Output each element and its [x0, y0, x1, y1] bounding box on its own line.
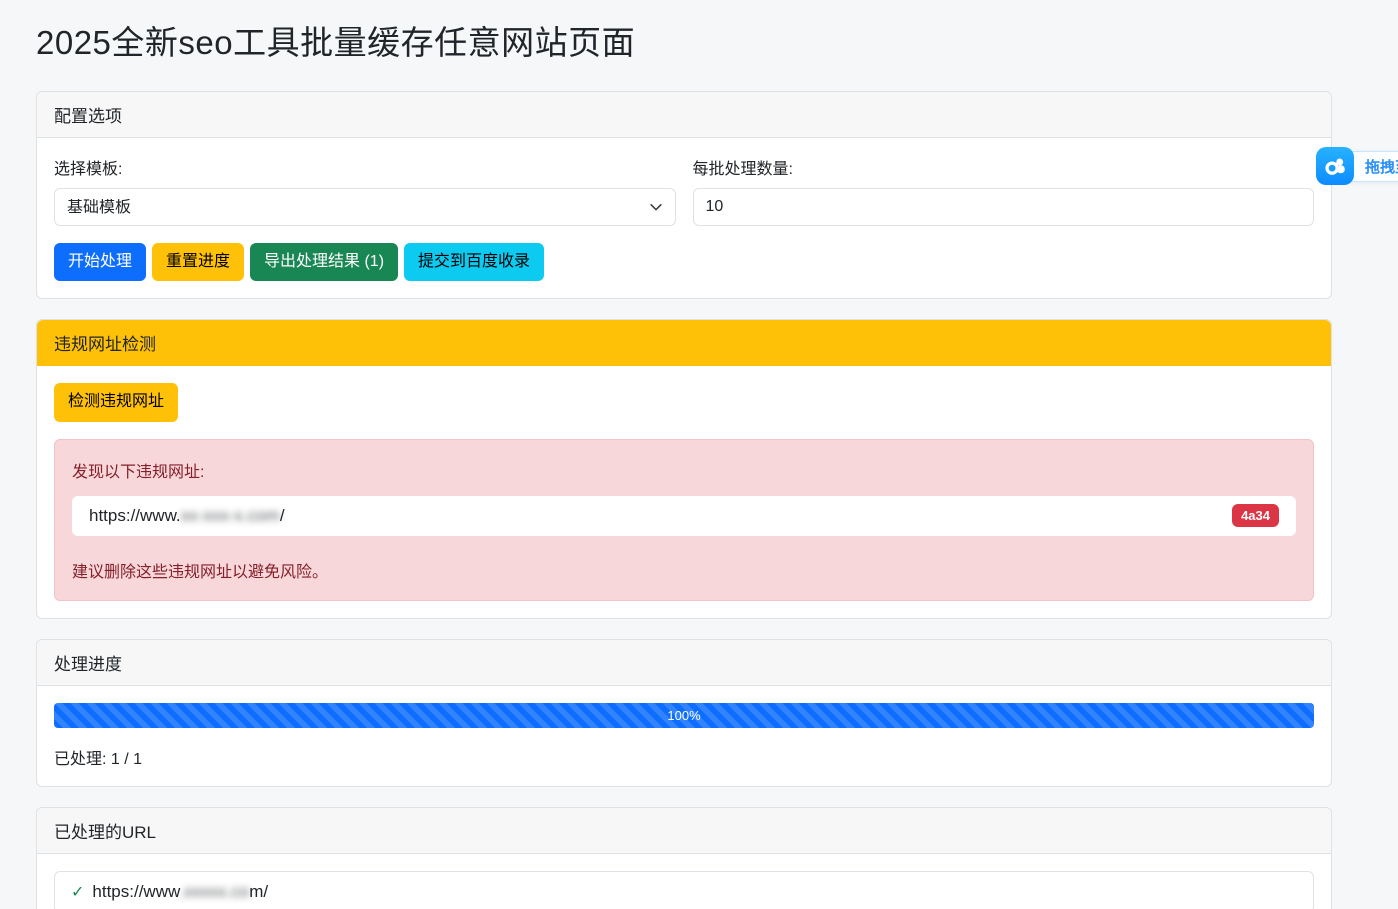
batch-size-input[interactable] — [693, 188, 1315, 226]
processed-url: https://www.xxxxx.com/ — [92, 882, 268, 902]
processed-url-card: 已处理的URL ✓ https://www.xxxxx.com/ — [36, 807, 1332, 909]
export-results-button[interactable]: 导出处理结果 (1) — [250, 243, 398, 281]
processed-count-value: 1 / 1 — [111, 751, 142, 768]
page-title: 2025全新seo工具批量缓存任意网站页面 — [36, 16, 1332, 64]
violation-url-masked: xx-xxx-x.com — [181, 506, 280, 525]
processed-url-masked: .xxxxx.co — [179, 882, 249, 901]
processed-url-card-header: 已处理的URL — [37, 808, 1331, 854]
start-processing-button[interactable]: 开始处理 — [54, 243, 146, 281]
check-icon: ✓ — [71, 882, 84, 902]
violation-url-item: https://www.xx-xxx-x.com/ 4a34 — [72, 496, 1296, 536]
violation-alert: 发现以下违规网址: https://www.xx-xxx-x.com/ 4a34… — [54, 439, 1314, 601]
processed-count-label: 已处理: — [54, 751, 106, 768]
config-card-body: 选择模板: 基础模板 每批处理数量: 开始处理 — [37, 138, 1331, 298]
processed-url-item: ✓ https://www.xxxxx.com/ — [54, 871, 1314, 909]
violation-card: 违规网址检测 检测违规网址 发现以下违规网址: https://www.xx-x… — [36, 319, 1332, 618]
progress-card-body: 100% 已处理: 1 / 1 — [37, 686, 1331, 786]
violation-alert-advice: 建议删除这些违规网址以避免风险。 — [72, 558, 1296, 582]
submit-baidu-button[interactable]: 提交到百度收录 — [404, 243, 544, 281]
template-select[interactable]: 基础模板 — [54, 188, 676, 226]
progress-percent-label: 100% — [667, 708, 700, 723]
batch-size-label: 每批处理数量: — [693, 155, 1315, 179]
violation-card-header: 违规网址检测 — [37, 320, 1331, 366]
progress-bar: 100% — [54, 703, 1314, 728]
detect-violation-button[interactable]: 检测违规网址 — [54, 383, 178, 421]
drag-target-label: 拖拽至 — [1365, 156, 1398, 177]
config-card: 配置选项 选择模板: 基础模板 每批处理数量: — [36, 91, 1332, 299]
processed-url-card-body: ✓ https://www.xxxxx.com/ — [37, 854, 1331, 909]
violation-url: https://www.xx-xxx-x.com/ — [89, 506, 285, 526]
violation-url-suffix: / — [280, 506, 285, 525]
template-select-label: 选择模板: — [54, 155, 676, 179]
baidu-netdisk-drag-widget[interactable]: 拖拽至 — [1316, 147, 1398, 185]
baidu-netdisk-icon[interactable] — [1316, 147, 1354, 185]
config-card-header: 配置选项 — [37, 92, 1331, 138]
violation-url-prefix: https://www. — [89, 506, 181, 525]
violation-card-body: 检测违规网址 发现以下违规网址: https://www.xx-xxx-x.co… — [37, 366, 1331, 617]
processed-url-suffix: m/ — [249, 882, 268, 901]
page-container: 2025全新seo工具批量缓存任意网站页面 配置选项 选择模板: 基础模板 — [0, 0, 1398, 909]
progress-card-header: 处理进度 — [37, 640, 1331, 686]
reset-progress-button[interactable]: 重置进度 — [152, 243, 244, 281]
processed-count: 已处理: 1 / 1 — [54, 745, 1314, 769]
violation-code-badge: 4a34 — [1232, 504, 1279, 527]
violation-alert-intro: 发现以下违规网址: — [72, 458, 1296, 482]
processed-url-prefix: https://www — [92, 882, 179, 901]
progress-card: 处理进度 100% 已处理: 1 / 1 — [36, 639, 1332, 787]
progress-track: 100% — [54, 703, 1314, 728]
